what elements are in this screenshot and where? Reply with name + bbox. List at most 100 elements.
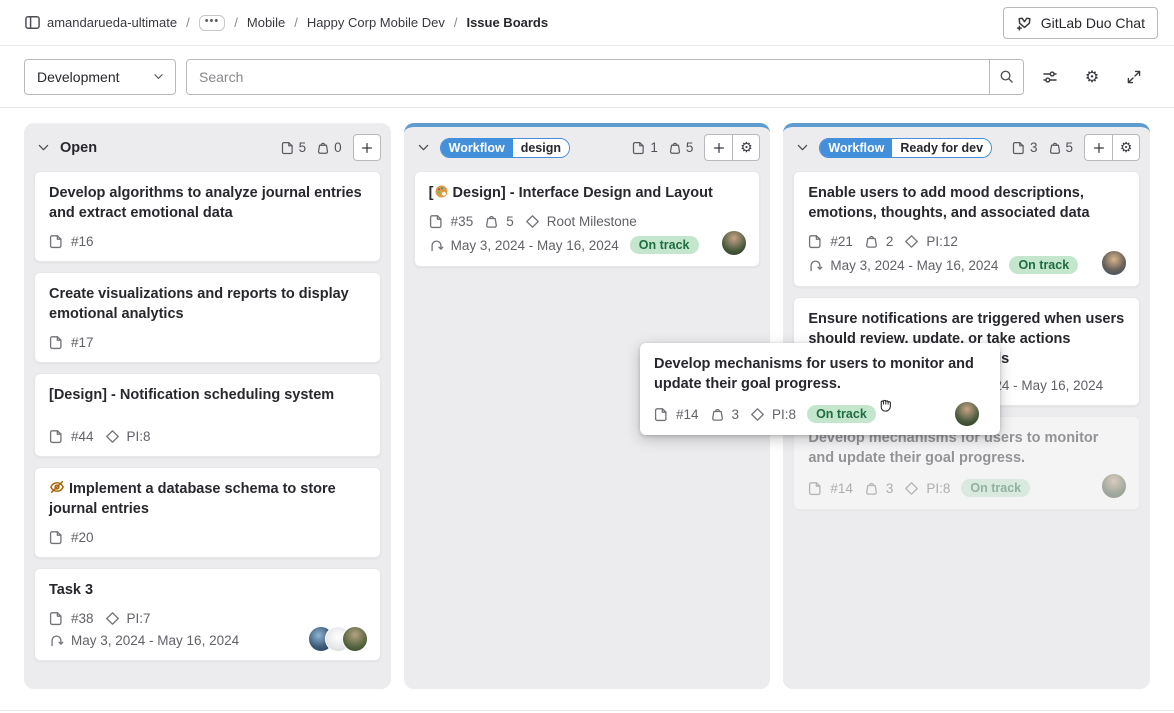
issue-type-icon — [49, 429, 64, 444]
issue-meta: #17 — [49, 335, 366, 350]
sidebar-toggle-icon — [24, 14, 41, 31]
issue-id: #44 — [71, 429, 94, 444]
fullscreen-toggle-button[interactable] — [1118, 61, 1150, 93]
issue-id: #21 — [830, 234, 853, 249]
label-value: design — [513, 139, 569, 157]
board-filter-bar: Development ⚙ — [0, 46, 1174, 108]
top-bar: amandarueda-ultimate / ••• / Mobile / Ha… — [0, 0, 1174, 46]
collapse-column-button[interactable] — [793, 138, 812, 157]
gear-icon: ⚙ — [1120, 141, 1133, 155]
breadcrumb-current-page: Issue Boards — [466, 15, 548, 30]
issue-title: Task 3 — [49, 580, 366, 600]
issue-meta: #14 3 PI:8 On track — [808, 479, 1125, 497]
add-issue-button[interactable] — [704, 134, 732, 161]
issue-title: Develop mechanisms for users to monitor … — [654, 354, 986, 394]
issue-title: Create visualizations and reports to dis… — [49, 284, 366, 324]
issue-milestone: PI:12 — [926, 234, 958, 249]
issue-meta: #20 — [49, 530, 366, 545]
board-config-button[interactable]: ⚙ — [1076, 61, 1108, 93]
issue-card-dragging[interactable]: Develop mechanisms for users to monitor … — [640, 343, 1000, 435]
tanuki-ai-icon — [1016, 14, 1033, 31]
column-counts: 1 5 — [632, 140, 693, 155]
issue-dates-row: May 3, 2024 - May 16, 2024 On track — [429, 236, 746, 254]
scoped-label-pill[interactable]: Workflow Ready for dev — [819, 138, 992, 158]
sliders-icon — [1042, 69, 1058, 85]
breadcrumb-separator: / — [234, 15, 238, 30]
issue-type-icon — [654, 407, 669, 422]
issue-card[interactable]: Enable users to add mood descriptions, e… — [793, 171, 1140, 287]
gear-icon: ⚙ — [1085, 69, 1099, 85]
issue-milestone: PI:8 — [772, 407, 796, 422]
assignee-avatar — [954, 401, 980, 427]
board-switcher-value: Development — [37, 69, 120, 85]
board-sort-button[interactable] — [1034, 61, 1066, 93]
search-input[interactable] — [187, 60, 989, 94]
issue-card[interactable]: Implement a database schema to store jou… — [34, 467, 381, 558]
collapse-column-button[interactable] — [414, 138, 433, 157]
assignee-avatar — [1101, 250, 1127, 276]
column-header: Workflow design 1 5 ⚙ — [404, 127, 771, 168]
board-switcher-dropdown[interactable]: Development — [24, 59, 176, 95]
breadcrumb: amandarueda-ultimate / ••• / Mobile / Ha… — [47, 15, 548, 31]
issue-card[interactable]: [Design] - Notification scheduling syste… — [34, 373, 381, 457]
issue-meta: #44 PI:8 — [49, 429, 366, 444]
weight-icon — [864, 481, 879, 496]
column-settings-button[interactable]: ⚙ — [732, 134, 760, 161]
issue-meta: #38 PI:7 — [49, 611, 366, 626]
column-card-list: [ Design] - Interface Design and Layout … — [404, 168, 771, 277]
issue-type-icon — [1012, 141, 1026, 155]
weight-icon — [1048, 141, 1062, 155]
board-column-open: Open 5 0 Develop algorithms to analyze j — [24, 123, 391, 689]
search-button[interactable] — [989, 60, 1023, 94]
add-issue-button[interactable] — [353, 134, 381, 161]
issue-type-icon — [429, 214, 444, 229]
chevron-down-icon — [795, 140, 810, 155]
issue-milestone: PI:8 — [127, 429, 151, 444]
gitlab-duo-chat-button[interactable]: GitLab Duo Chat — [1003, 7, 1158, 39]
issue-type-icon — [808, 481, 823, 496]
issue-title: Develop algorithms to analyze journal en… — [49, 183, 366, 223]
issue-id: #17 — [71, 335, 94, 350]
collapse-column-button[interactable] — [34, 138, 53, 157]
issue-card[interactable]: Create visualizations and reports to dis… — [34, 272, 381, 363]
health-status-badge: On track — [807, 405, 876, 423]
sidebar-toggle-button[interactable] — [24, 14, 41, 31]
label-value: Ready for dev — [892, 139, 991, 157]
issue-card[interactable]: [ Design] - Interface Design and Layout … — [414, 171, 761, 267]
scoped-label-pill[interactable]: Workflow design — [440, 138, 570, 158]
palette-icon — [434, 184, 449, 199]
issue-count: 5 — [281, 140, 307, 155]
issue-count: 1 — [632, 140, 658, 155]
plus-icon — [360, 141, 374, 155]
plus-icon — [712, 141, 726, 155]
column-settings-button[interactable]: ⚙ — [1112, 134, 1140, 161]
weight-count: 5 — [668, 140, 694, 155]
chevron-down-icon — [152, 70, 165, 83]
breadcrumb-group[interactable]: amandarueda-ultimate — [47, 15, 177, 30]
column-counts: 5 0 — [281, 140, 342, 155]
health-status-badge: On track — [630, 236, 699, 254]
column-counts: 3 5 — [1012, 140, 1073, 155]
breadcrumb-project[interactable]: Happy Corp Mobile Dev — [307, 15, 445, 30]
breadcrumb-separator: / — [294, 15, 298, 30]
column-header: Workflow Ready for dev 3 5 ⚙ — [783, 127, 1150, 168]
issue-id: #14 — [830, 481, 853, 496]
label-scope: Workflow — [441, 139, 513, 157]
issue-card[interactable]: Develop algorithms to analyze journal en… — [34, 171, 381, 262]
issue-count: 3 — [1012, 140, 1038, 155]
breadcrumb-subgroup[interactable]: Mobile — [247, 15, 285, 30]
issue-type-icon — [281, 141, 295, 155]
issue-type-icon — [808, 234, 823, 249]
breadcrumb-ellipsis-button[interactable]: ••• — [199, 15, 226, 31]
iteration-icon — [808, 258, 823, 273]
column-title: Open — [60, 140, 97, 156]
issue-type-icon — [49, 335, 64, 350]
issue-card[interactable]: Task 3 #38 PI:7 May 3, 2024 - May 16, 20… — [34, 568, 381, 661]
grab-cursor-icon — [876, 395, 897, 416]
plus-icon — [1092, 141, 1106, 155]
issue-type-icon — [49, 611, 64, 626]
assignee-avatar — [1101, 473, 1127, 499]
add-issue-button[interactable] — [1084, 134, 1112, 161]
issue-milestone: PI:7 — [127, 611, 151, 626]
iteration-icon — [429, 238, 444, 253]
